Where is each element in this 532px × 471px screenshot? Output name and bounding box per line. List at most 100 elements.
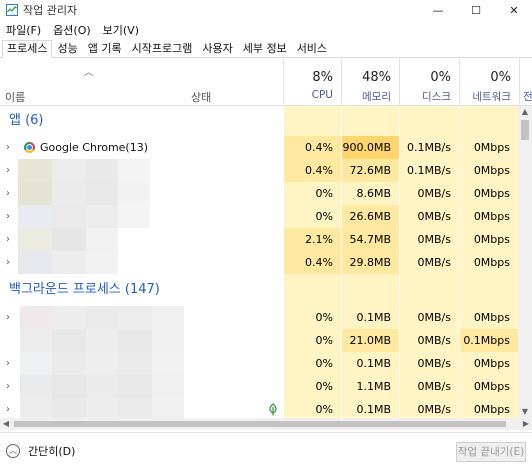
blurred-content: [52, 205, 86, 228]
memory-cell: 1.1MB: [341, 375, 399, 398]
cpu-cell: 0%: [283, 205, 341, 228]
network-total: 0%: [490, 70, 511, 85]
chevron-right-icon[interactable]: ›: [6, 228, 10, 251]
table-row[interactable]: › Google Chrome(13) 0.4% 900.0MB 0.1MB/s…: [0, 136, 518, 159]
horizontal-scrollbar[interactable]: ◀ ▶: [0, 418, 532, 430]
memory-cell: 0.1MB: [341, 398, 399, 418]
chevron-right-icon[interactable]: ›: [6, 159, 10, 182]
tab-app-history[interactable]: 앱 기록: [83, 40, 127, 57]
menu-bar: 파일(F) 옵션(O) 보기(V): [0, 21, 145, 38]
chevron-right-icon[interactable]: ›: [6, 398, 10, 418]
chevron-right-icon[interactable]: ›: [6, 352, 10, 375]
menu-view[interactable]: 보기(V): [97, 22, 145, 38]
cpu-cell: 0.4%: [283, 159, 341, 182]
close-icon: ✕: [509, 3, 519, 17]
blurred-content: [52, 375, 86, 398]
leaf-icon: [268, 403, 278, 418]
table-row[interactable]: › 0% 0.1MB 0MB/s 0Mbps: [0, 398, 518, 418]
process-list: 앱 (6) › Google Chrome(13) 0.4% 900.0MB 0…: [0, 106, 518, 418]
column-power[interactable]: 전: [519, 59, 532, 106]
disk-cell: 0MB/s: [399, 329, 459, 352]
minimize-icon: —: [432, 3, 444, 17]
blurred-content: [52, 306, 86, 329]
table-row[interactable]: › 0% 0.1MB 0MB/s 0Mbps: [0, 352, 518, 375]
disk-cell: 0MB/s: [399, 182, 459, 205]
network-cell: 0Mbps: [459, 306, 518, 329]
tab-services[interactable]: 서비스: [292, 40, 332, 57]
cpu-cell: 0%: [283, 398, 341, 418]
blurred-content: [20, 375, 52, 398]
scrollbar-thumb[interactable]: [14, 421, 506, 427]
memory-cell: 0.1MB: [341, 306, 399, 329]
chevron-right-icon[interactable]: ›: [6, 136, 10, 159]
table-row[interactable]: › 0.4% 72.6MB 0.1MB/s 0Mbps: [0, 159, 518, 182]
scroll-down-icon[interactable]: ▼: [518, 406, 532, 418]
table-row[interactable]: › 2.1% 54.7MB 0MB/s 0Mbps: [0, 228, 518, 251]
column-status[interactable]: 상태: [191, 89, 211, 105]
maximize-icon: ☐: [471, 3, 481, 17]
chevron-right-icon[interactable]: ›: [6, 205, 10, 228]
column-memory[interactable]: 48% 메모리: [341, 59, 399, 106]
blurred-content: [86, 205, 118, 228]
blurred-content: [118, 375, 152, 398]
table-row[interactable]: 0% 21.0MB 0MB/s 0.1Mbps: [0, 329, 518, 352]
window-title: 작업 관리자: [23, 4, 78, 17]
table-row[interactable]: › 0% 8.6MB 0MB/s 0Mbps: [0, 182, 518, 205]
scroll-right-icon[interactable]: ▶: [520, 418, 532, 430]
column-disk[interactable]: 0% 디스크: [399, 59, 459, 106]
blurred-content: [18, 228, 52, 251]
menu-file[interactable]: 파일(F): [0, 22, 47, 38]
sort-up-icon[interactable]: ︿: [84, 65, 93, 78]
blurred-content: [152, 398, 184, 418]
tab-processes[interactable]: 프로세스: [2, 40, 53, 58]
tab-startup[interactable]: 시작프로그램: [127, 40, 198, 57]
scroll-up-icon[interactable]: ▲: [518, 106, 532, 118]
process-name: Google Chrome(13): [40, 141, 149, 154]
chevron-right-icon[interactable]: ›: [6, 375, 10, 398]
footer: ︿ 간단히(D) 작업 끝내기(E): [0, 432, 532, 471]
tab-users[interactable]: 사용자: [197, 40, 237, 57]
memory-cell: 0.1MB: [341, 352, 399, 375]
network-cell: 0Mbps: [459, 182, 518, 205]
disk-cell: 0MB/s: [399, 228, 459, 251]
group-apps[interactable]: 앱 (6): [0, 106, 518, 136]
column-name[interactable]: 이름: [5, 89, 25, 105]
table-row[interactable]: › 0% 26.6MB 0MB/s 0Mbps: [0, 205, 518, 228]
network-cell: 0Mbps: [459, 136, 518, 159]
blurred-content: [20, 329, 52, 352]
table-row[interactable]: › 0% 0.1MB 0MB/s 0Mbps: [0, 306, 518, 329]
blurred-content: [52, 228, 86, 251]
column-network[interactable]: 0% 네트워크: [459, 59, 519, 106]
end-task-button[interactable]: 작업 끝내기(E): [456, 442, 526, 462]
scroll-left-icon[interactable]: ◀: [0, 418, 12, 430]
tab-details[interactable]: 세부 정보: [238, 40, 292, 57]
blurred-content: [86, 352, 118, 375]
cpu-total: 8%: [312, 70, 333, 85]
chevron-right-icon[interactable]: ›: [6, 306, 10, 329]
column-header: ︿ 이름 상태 8% CPU 48% 메모리 0% 디스크 0% 네트워크 전: [0, 59, 532, 106]
vertical-scrollbar[interactable]: ▲ ▼: [518, 106, 532, 418]
column-cpu[interactable]: 8% CPU: [283, 59, 341, 106]
blurred-content: [152, 329, 184, 352]
fewer-details-button[interactable]: ︿ 간단히(D): [6, 443, 75, 459]
chevron-right-icon[interactable]: ›: [6, 251, 10, 274]
close-button[interactable]: ✕: [494, 0, 532, 20]
network-cell: 0Mbps: [459, 352, 518, 375]
blurred-content: [118, 329, 152, 352]
group-background[interactable]: 백그라운드 프로세스 (147): [0, 274, 518, 306]
cpu-cell: 0.4%: [283, 136, 341, 159]
tab-bar: 프로세스 성능 앱 기록 시작프로그램 사용자 세부 정보 서비스: [0, 40, 532, 58]
network-cell: 0.1Mbps: [459, 329, 518, 352]
chevron-right-icon[interactable]: ›: [6, 182, 10, 205]
menu-options[interactable]: 옵션(O): [47, 22, 96, 38]
blurred-content: [86, 159, 118, 182]
table-row[interactable]: › 0.4% 29.8MB 0MB/s 0Mbps: [0, 251, 518, 274]
table-row[interactable]: › 0% 1.1MB 0MB/s 0Mbps: [0, 375, 518, 398]
cpu-cell: 0%: [283, 375, 341, 398]
tab-performance[interactable]: 성능: [52, 40, 82, 57]
maximize-button[interactable]: ☐: [456, 0, 496, 20]
blurred-content: [20, 306, 52, 329]
scrollbar-thumb[interactable]: [521, 120, 529, 140]
minimize-button[interactable]: —: [418, 0, 458, 20]
memory-cell: 26.6MB: [341, 205, 399, 228]
